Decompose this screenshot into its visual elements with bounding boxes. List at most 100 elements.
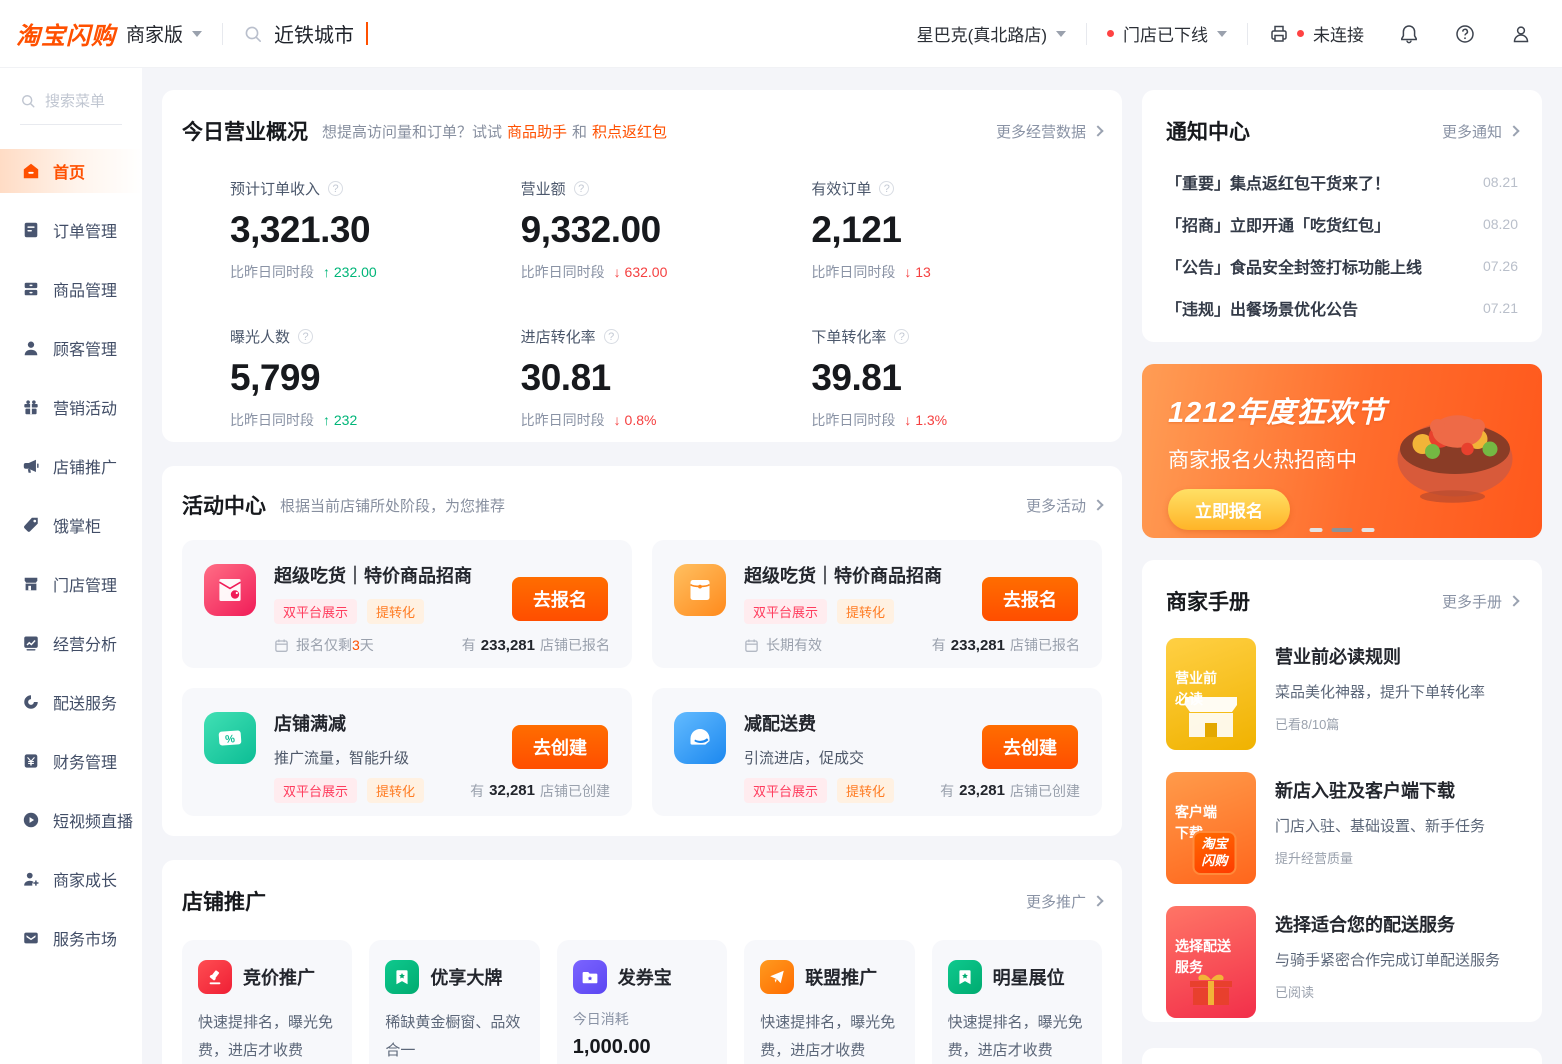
promo-card-bidding[interactable]: 竞价推广 快速提排名，曝光免费，进店才收费: [182, 940, 352, 1064]
sidebar-item-label: 服务市场: [53, 926, 117, 950]
help-icon[interactable]: ?: [574, 181, 589, 196]
signup-button[interactable]: 去报名: [512, 577, 608, 621]
promotion-card: 店铺推广 更多推广 竞价推广 快速提排名，曝光免费，进店才收费: [162, 860, 1122, 1064]
sidebar-item-video-live[interactable]: 短视频直播: [0, 798, 142, 842]
promo-card-alliance[interactable]: 联盟推广 快速提排名，曝光免费，进店才收费: [744, 940, 914, 1064]
market-icon: [22, 929, 40, 947]
search-icon: [20, 93, 36, 109]
handbook-thumb-pre-opening: 营业前 必读: [1166, 638, 1256, 750]
more-business-data-link[interactable]: 更多经营数据: [996, 121, 1102, 142]
sidebar-item-stores[interactable]: 门店管理: [0, 562, 142, 606]
sidebar-item-service-market[interactable]: 服务市场: [0, 916, 142, 960]
chevron-right-icon: [1508, 595, 1519, 606]
notification-text: 「招商」立即开通「吃货红包」: [1166, 212, 1390, 236]
sidebar-item-orders[interactable]: 订单管理: [0, 208, 142, 252]
sidebar-item-goods[interactable]: 商品管理: [0, 267, 142, 311]
notification-date: 08.20: [1473, 216, 1518, 232]
sidebar-search-input[interactable]: 搜索菜单: [20, 90, 122, 125]
sidebar-item-label: 饿掌柜: [53, 513, 101, 537]
sidebar-item-home[interactable]: 首页: [0, 149, 142, 193]
help-icon[interactable]: ?: [328, 181, 343, 196]
stat-value: 5,799: [230, 357, 521, 399]
chevron-down-icon[interactable]: [192, 31, 202, 37]
campaign-banner[interactable]: 1212年度狂欢节 商家报名火热招商中 立即报名: [1142, 364, 1542, 538]
chevron-down-icon[interactable]: [1217, 31, 1227, 37]
sidebar-item-promotion[interactable]: 店铺推广: [0, 444, 142, 488]
create-button[interactable]: 去创建: [512, 725, 608, 769]
promo-card-premium-brand[interactable]: 优享大牌 稀缺黄金橱窗、品效合一: [369, 940, 539, 1064]
promo-card-star-slot[interactable]: 明星展位 快速提排名，曝光免费，进店才收费: [932, 940, 1102, 1064]
stat-value: 39.81: [811, 357, 1102, 399]
delta-down: ↓ 632.00: [614, 264, 668, 280]
spend-value: 1,000.00: [573, 1036, 711, 1059]
promo-card-coupon[interactable]: 发券宝 今日消耗 1,000.00 获取流量: [557, 940, 727, 1064]
calendar-icon: [744, 638, 759, 653]
more-activities-link[interactable]: 更多活动: [1026, 495, 1102, 516]
product-helper-link[interactable]: 商品助手: [507, 124, 567, 141]
coupon-folder-icon: [573, 960, 607, 994]
carousel-dot[interactable]: [1362, 528, 1375, 532]
sidebar-item-marketing[interactable]: 营销活动: [0, 385, 142, 429]
account-button[interactable]: [1510, 23, 1532, 45]
carousel-dot-active[interactable]: [1332, 528, 1353, 532]
search-value: 近铁城市: [274, 19, 354, 48]
notification-item[interactable]: 「重要」集点返红包干货来了！ 08.21: [1166, 170, 1518, 194]
sidebar-item-finance[interactable]: 财务管理: [0, 739, 142, 783]
deadline-days: 3: [352, 637, 360, 653]
help-icon[interactable]: ?: [298, 329, 313, 344]
store-status-selector[interactable]: 门店已下线: [1123, 21, 1208, 46]
handbook-thumb-delivery-service: 选择配送 服务: [1166, 906, 1256, 1018]
sidebar-item-label: 顾客管理: [53, 336, 117, 360]
header-search-input[interactable]: 近铁城市: [243, 19, 368, 48]
sidebar-item-delivery[interactable]: 配送服务: [0, 680, 142, 724]
handbook-item[interactable]: 选择配送 服务 选择适合您的配送服务 与骑手紧密合作完成订单配送服务 已阅读: [1166, 906, 1518, 1018]
hotpot-bowl-image: [1380, 374, 1530, 519]
chevron-down-icon[interactable]: [1056, 31, 1066, 37]
sidebar-item-customers[interactable]: 顾客管理: [0, 326, 142, 370]
help-icon[interactable]: ?: [604, 329, 619, 344]
activity-card: 减配送费 引流进店，促成交 双平台展示 提转化 有23,281店铺已创建 去创建: [652, 688, 1102, 816]
notification-bell-button[interactable]: [1398, 23, 1420, 45]
sidebar-item-growth[interactable]: 商家成长: [0, 857, 142, 901]
divider: [1086, 23, 1087, 45]
paper-plane-icon: [760, 960, 794, 994]
notification-center-card: 通知中心 更多通知 「重要」集点返红包干货来了！ 08.21 「招商」立即开通「…: [1142, 90, 1542, 342]
sidebar-item-analytics[interactable]: 经营分析: [0, 621, 142, 665]
create-button[interactable]: 去创建: [982, 725, 1078, 769]
gift-icon: [22, 398, 40, 416]
store-selector[interactable]: 星巴克(真北路店): [917, 21, 1047, 46]
stat-value: 3,321.30: [230, 209, 521, 251]
notification-item[interactable]: 「公告」食品安全封签打标功能上线 07.26: [1166, 254, 1518, 278]
handbook-item[interactable]: 客户端 下载 淘宝 闪购 新店入驻及客户端下载 门店入驻、基础设置、新手任务 提…: [1166, 772, 1518, 884]
help-button[interactable]: [1454, 23, 1476, 45]
promotion-title: 店铺推广: [182, 886, 266, 916]
customer-icon: [22, 339, 40, 357]
sidebar-item-label: 店铺推广: [53, 454, 117, 478]
activity-card: 超级吃货｜特价商品招商 双平台展示 提转化 长期有效 有233,281店铺已报名…: [652, 540, 1102, 668]
help-icon[interactable]: ?: [894, 329, 909, 344]
notification-item[interactable]: 「招商」立即开通「吃货红包」 08.20: [1166, 212, 1518, 236]
tag-dual-platform: 双平台展示: [274, 599, 357, 624]
carousel-dots[interactable]: [1310, 528, 1375, 532]
more-handbook-link[interactable]: 更多手册: [1442, 591, 1518, 612]
growth-icon: [22, 870, 40, 888]
read-status: 已阅读: [1275, 982, 1500, 1001]
delta-down: ↓ 0.8%: [614, 412, 657, 428]
red-packet-link[interactable]: 积点返红包: [592, 124, 667, 141]
handbook-item[interactable]: 营业前 必读 营业前必读规则 菜品美化神器，提升下单转化率 已看8/10篇: [1166, 638, 1518, 750]
notification-item[interactable]: 「违规」出餐场景优化公告 07.21: [1166, 296, 1518, 320]
carousel-dot[interactable]: [1310, 528, 1323, 532]
help-icon[interactable]: ?: [879, 181, 894, 196]
tag-conversion: 提转化: [837, 599, 894, 624]
more-promotion-link[interactable]: 更多推广: [1026, 891, 1102, 912]
banner-signup-button[interactable]: 立即报名: [1168, 489, 1290, 530]
printer-status[interactable]: 未连接: [1268, 21, 1364, 46]
bookmark-star-icon: [385, 960, 419, 994]
sidebar-item-ezhanggui[interactable]: 饿掌柜: [0, 503, 142, 547]
signup-button[interactable]: 去报名: [982, 577, 1078, 621]
quality-hint: 提升经营质量: [1275, 848, 1485, 867]
more-notifications-link[interactable]: 更多通知: [1442, 121, 1518, 142]
analytics-icon: [22, 634, 40, 652]
stat-revenue: 营业额? 9,332.00 比昨日同时段↓ 632.00: [521, 178, 812, 282]
goods-icon: [22, 280, 40, 298]
